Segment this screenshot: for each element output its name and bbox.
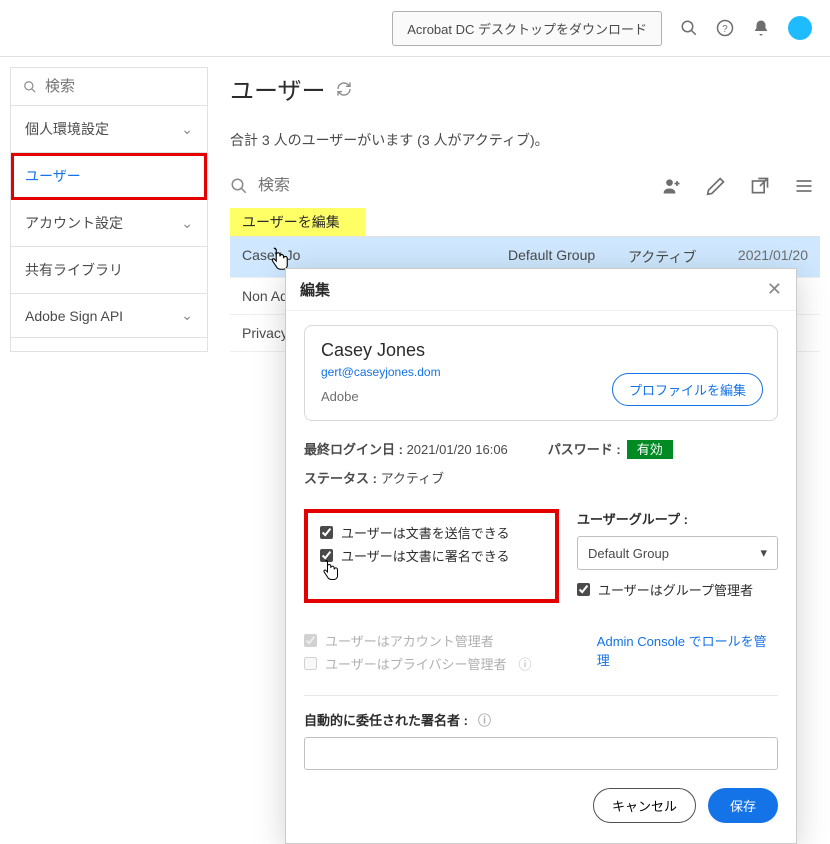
sidebar-item-shared-library[interactable]: 共有ライブラリ [11,247,207,294]
sidebar-item-label: 共有ライブラリ [25,260,123,280]
account-admin-checkbox: ユーザーはアカウント管理者 [304,631,557,650]
svg-text:?: ? [722,24,728,35]
cell-date: 2021/01/20 [718,247,808,267]
profile-name: Casey Jones [321,340,761,361]
password-status: パスワード :有効 [548,439,673,458]
chevron-down-icon: ⌄ [181,215,193,232]
edit-user-modal: 編集 ✕ Casey Jones gert@caseyjones.dom Ado… [285,268,797,844]
help-icon[interactable]: ? [716,19,734,37]
summary-text: 合計 3 人のユーザーがいます (3 人がアクティブ)。 [230,130,820,150]
sidebar-item-personal-settings[interactable]: 個人環境設定 ⌄ [11,106,207,153]
profile-card: Casey Jones gert@caseyjones.dom Adobe プロ… [304,325,778,421]
bell-icon[interactable] [752,19,770,37]
sidebar: 個人環境設定 ⌄ ユーザー アカウント設定 ⌄ 共有ライブラリ Adobe Si… [10,67,208,352]
edit-profile-button[interactable]: プロファイルを編集 [612,373,763,406]
sidebar-item-account-settings[interactable]: アカウント設定 ⌄ [11,200,207,247]
download-acrobat-button[interactable]: Acrobat DC デスクトップをダウンロード [392,11,662,46]
export-icon[interactable] [750,176,770,196]
sidebar-search-input[interactable] [45,78,195,95]
last-login: 最終ログイン日 : 2021/01/20 16:06 [304,439,508,458]
refresh-icon[interactable] [336,81,352,97]
sidebar-item-adobe-sign-api[interactable]: Adobe Sign API ⌄ [11,294,207,338]
cell-name: Casey Jo [242,247,508,267]
auto-signer-input[interactable] [304,737,778,770]
cell-group: Default Group [508,247,628,267]
status-line: ステータス : アクティブ [304,468,778,487]
caret-down-icon: ▾ [760,545,767,561]
info-icon[interactable]: ⓘ [518,654,531,673]
sidebar-search[interactable] [11,68,207,106]
sidebar-item-label: Adobe Sign API [25,308,123,324]
cancel-button[interactable]: キャンセル [593,788,696,823]
group-admin-checkbox[interactable]: ユーザーはグループ管理者 [577,580,778,599]
edit-user-highlight: ユーザーを編集 [230,208,365,236]
auto-signer-label: 自動的に委任された署名者 : ⓘ [304,710,491,729]
save-button[interactable]: 保存 [708,788,778,823]
sidebar-item-label: アカウント設定 [25,213,123,233]
search-icon[interactable] [680,19,698,37]
close-icon[interactable]: ✕ [767,279,782,300]
menu-icon[interactable] [794,176,814,196]
search-icon [23,79,37,95]
sidebar-item-label: 個人環境設定 [25,119,109,139]
avatar[interactable] [788,16,812,40]
perm-send-checkbox[interactable]: ユーザーは文書を送信できる [320,523,543,542]
cell-status: アクティブ [628,247,718,267]
sidebar-item-users[interactable]: ユーザー [11,153,207,200]
chevron-down-icon: ⌄ [181,121,193,138]
add-user-icon[interactable] [662,176,682,196]
user-search[interactable] [230,177,650,195]
user-search-input[interactable] [258,177,465,195]
perm-sign-checkbox[interactable]: ユーザーは文書に署名できる [320,546,543,565]
privacy-admin-checkbox: ユーザーはプライバシー管理者 ⓘ [304,654,557,673]
group-label: ユーザーグループ : [577,509,778,528]
chevron-down-icon: ⌄ [181,307,193,324]
search-icon [230,177,248,195]
sidebar-item-label: ユーザー [25,166,81,186]
permissions-box: ユーザーは文書を送信できる ユーザーは文書に署名できる [304,509,559,603]
info-icon[interactable]: ⓘ [478,710,491,729]
modal-title: 編集 [300,279,330,300]
group-select[interactable]: Default Group ▾ [577,536,778,570]
password-badge: 有効 [627,440,673,459]
admin-console-link[interactable]: Admin Console でロールを管理 [597,631,778,677]
page-title: ユーザー [230,71,820,106]
edit-icon[interactable] [706,176,726,196]
